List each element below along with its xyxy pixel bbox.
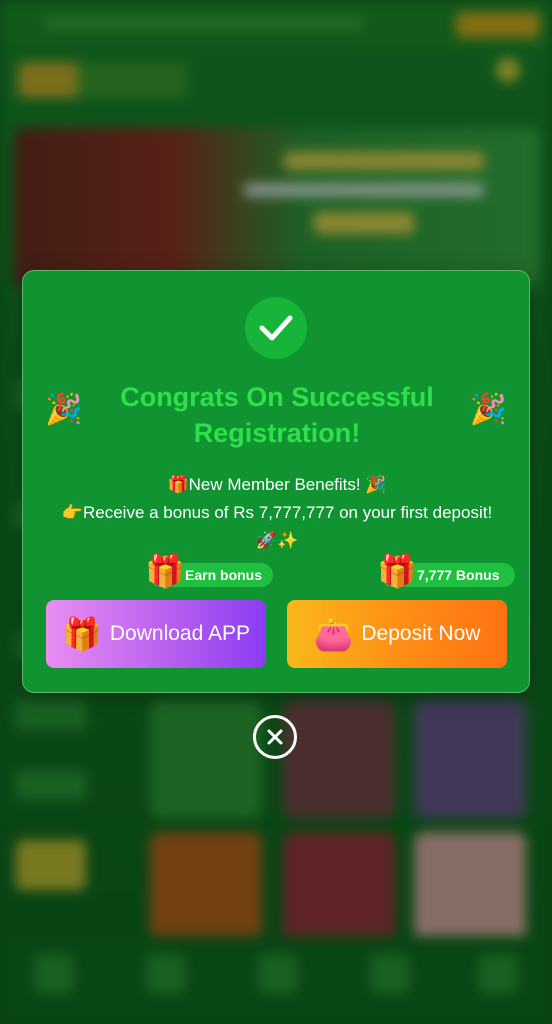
benefits-line: 🚀✨ xyxy=(255,531,299,550)
gift-icon: 🎁 xyxy=(62,616,102,652)
party-popper-icon: 🎉 xyxy=(469,393,507,426)
benefits-line: 👉Receive a bonus of Rs 7,777,777 on your… xyxy=(61,503,493,522)
gift-icon: 🎁 xyxy=(145,553,185,589)
wallet-icon: 👛 xyxy=(313,616,354,652)
benefits-line: 🎁New Member Benefits! 🎉 xyxy=(167,475,387,494)
download-app-button[interactable]: 🎁 Download APP xyxy=(46,600,266,668)
earn-bonus-badge: 🎁 Earn bonus xyxy=(145,555,273,587)
modal-title: Congrats On Successful Registration! xyxy=(120,382,434,448)
badge-label: 7,777 Bonus xyxy=(417,567,500,583)
party-popper-icon: 🎉 xyxy=(45,393,83,426)
download-app-label: Download APP xyxy=(109,622,250,645)
close-button[interactable] xyxy=(253,715,297,759)
badge-label: Earn bonus xyxy=(185,567,263,583)
close-icon xyxy=(267,729,283,745)
deposit-now-label: Deposit Now xyxy=(361,622,481,645)
benefits-text: 🎁New Member Benefits! 🎉 👉Receive a bonus… xyxy=(37,471,517,555)
deposit-now-button[interactable]: 👛 Deposit Now xyxy=(287,600,507,668)
check-circle-icon xyxy=(245,297,307,359)
registration-success-modal: 🎉 🎉 Congrats On Successful Registration!… xyxy=(22,270,530,693)
deposit-bonus-badge: 🎁 7,777 Bonus xyxy=(377,555,515,587)
gift-icon: 🎁 xyxy=(377,553,417,589)
